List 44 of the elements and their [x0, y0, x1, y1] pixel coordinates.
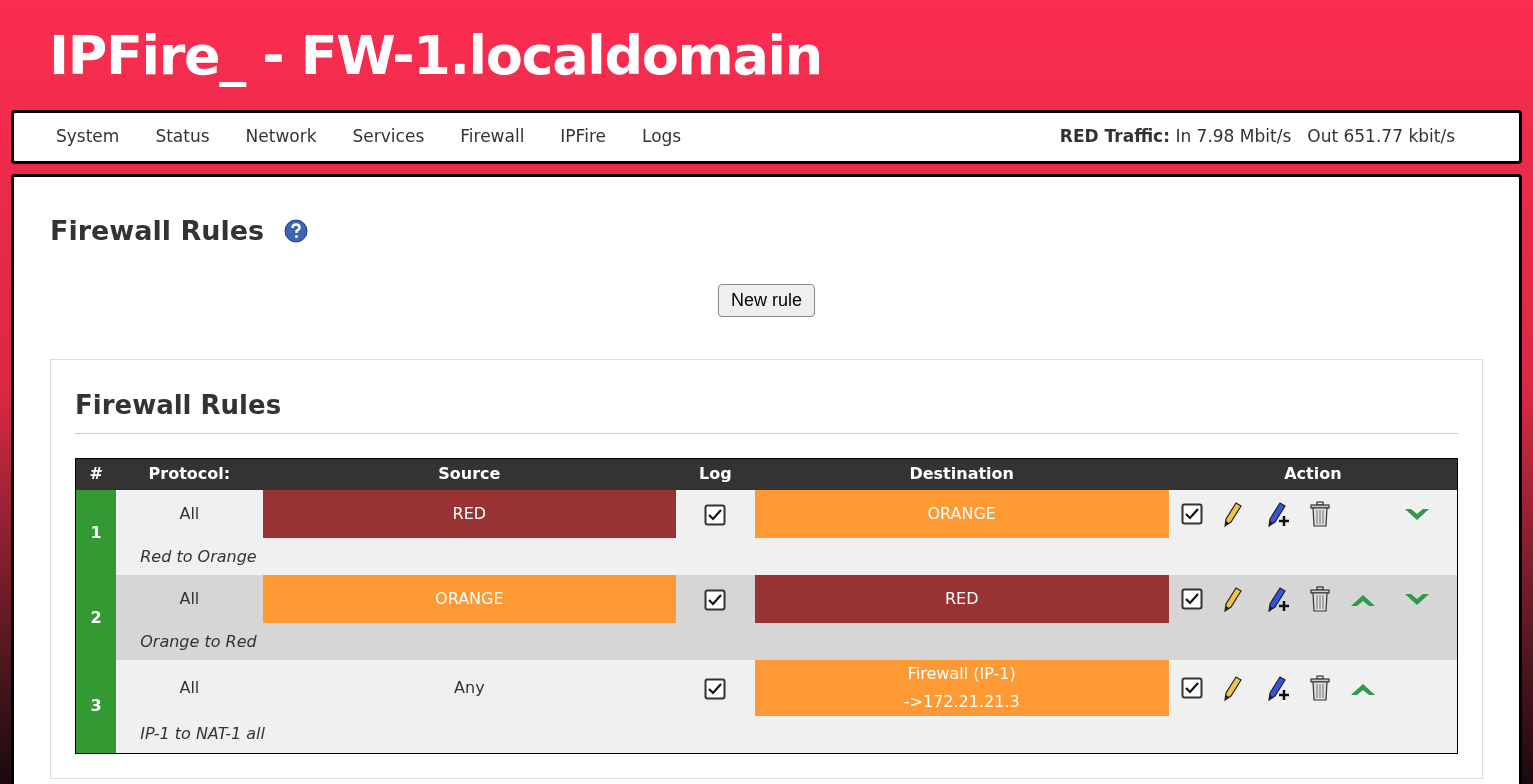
enable-checkbox[interactable] — [1180, 588, 1203, 610]
rule-number: 1 — [75, 490, 117, 575]
traffic-out-text: Out 651.77 kbit/s — [1307, 125, 1455, 149]
nav-link[interactable]: Logs — [641, 124, 682, 150]
column-header: Source — [262, 458, 677, 490]
column-header: Action — [1168, 458, 1458, 490]
rule-remark: Orange to Red — [140, 631, 257, 651]
nav-link[interactable]: Firewall — [460, 124, 525, 150]
protocol-cell: All — [116, 660, 263, 716]
protocol-cell: All — [116, 490, 263, 538]
new-rule-button[interactable]: New rule — [718, 283, 815, 317]
log-checkbox[interactable] — [704, 677, 727, 700]
enable-checkbox[interactable] — [1180, 503, 1203, 525]
column-header: Destination — [754, 458, 1169, 490]
zone-cell: ORANGE — [262, 575, 677, 623]
trash-icon[interactable] — [1308, 675, 1331, 701]
nav-link[interactable]: Services — [352, 124, 425, 150]
zone-cell: RED — [754, 575, 1169, 623]
protocol-cell: All — [116, 575, 263, 623]
nav-link[interactable]: IPFire — [560, 124, 606, 150]
trash-icon[interactable] — [1308, 586, 1331, 612]
rule-remark: Red to Orange — [140, 546, 257, 566]
rule-number: 2 — [75, 575, 117, 660]
nav-link[interactable]: Status — [155, 124, 210, 150]
enable-checkbox[interactable] — [1180, 677, 1203, 699]
zone-cell: ORANGE — [754, 490, 1169, 538]
column-header: Log — [676, 458, 755, 490]
zone-cell: RED — [262, 490, 677, 538]
site-title: IPFire_ - FW-1.localdomain — [49, 22, 822, 89]
zone-cell: Any — [262, 660, 677, 716]
column-header: Protocol: — [116, 458, 263, 490]
rule-remark: IP-1 to NAT-1 all — [140, 724, 265, 744]
help-icon[interactable] — [284, 219, 309, 244]
column-header: # — [75, 458, 117, 490]
zone-cell: Firewall (IP-1) ->172.21.21.3 — [754, 660, 1169, 716]
trash-icon[interactable] — [1308, 501, 1331, 527]
nav-link[interactable]: Network — [245, 124, 317, 150]
log-checkbox[interactable] — [704, 588, 727, 611]
rule-number: 3 — [75, 660, 117, 753]
traffic-in-text: RED Traffic: In 7.98 Mbit/s — [1059, 125, 1292, 149]
page-title: Firewall Rules — [50, 214, 265, 248]
log-checkbox[interactable] — [704, 503, 727, 526]
nav-link[interactable]: System — [56, 124, 120, 150]
section-title: Firewall Rules — [75, 385, 1458, 434]
